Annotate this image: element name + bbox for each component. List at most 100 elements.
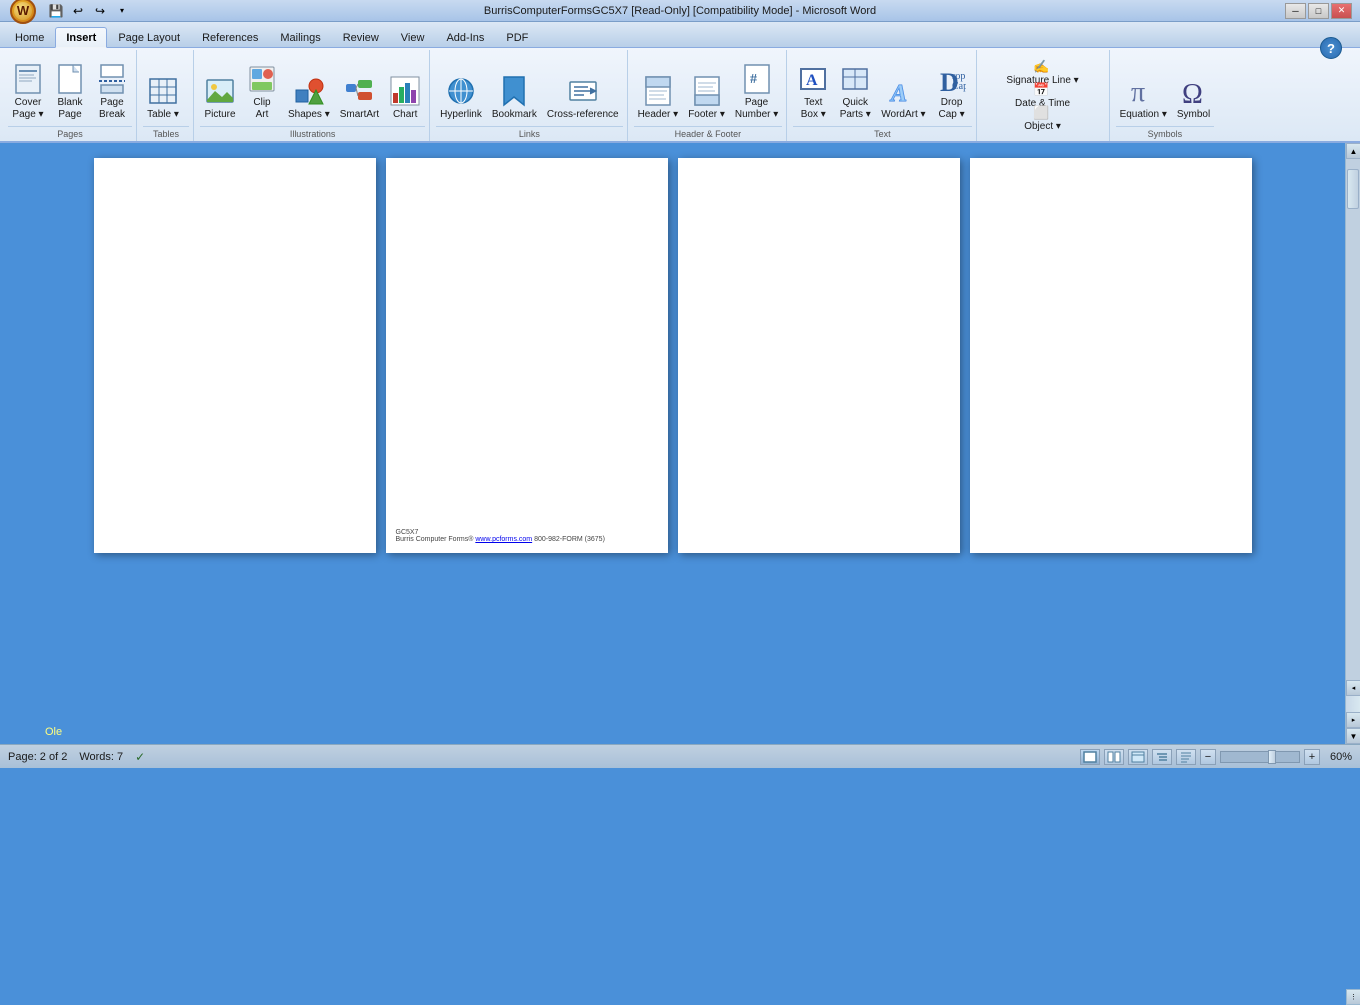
vertical-scrollbar[interactable]: ▲ ◂ ⋮ ▸ ▼ — [1345, 143, 1360, 744]
ribbon: CoverPage ▾ BlankPage PageBreak Pages — [0, 48, 1360, 143]
zoom-thumb[interactable] — [1268, 750, 1276, 764]
wordart-icon: AA — [887, 75, 919, 107]
check-icon: ✓ — [135, 750, 145, 764]
ribbon-group-header-footer: Header ▾ Footer ▾ # PageNumber ▾ Header … — [630, 50, 788, 141]
zoom-in-button[interactable]: + — [1304, 749, 1320, 765]
undo-button[interactable]: ↩ — [68, 2, 88, 20]
cross-reference-button[interactable]: Cross-reference — [543, 56, 623, 124]
qa-dropdown-button[interactable]: ▾ — [112, 2, 132, 20]
quick-parts-button[interactable]: QuickParts ▾ — [835, 56, 875, 124]
picture-button[interactable]: Picture — [200, 56, 240, 124]
tab-pagelayout[interactable]: Page Layout — [107, 27, 191, 47]
zoom-in-icon: + — [1309, 751, 1315, 763]
office-button[interactable]: W — [10, 0, 36, 24]
ribbon-group-illustrations: Picture ClipArt Shapes ▾ SmartArt — [196, 50, 430, 141]
shapes-button[interactable]: Shapes ▾ — [284, 56, 334, 124]
web-layout-button[interactable] — [1128, 749, 1148, 765]
zoom-slider[interactable] — [1220, 751, 1300, 763]
page-break-button[interactable]: PageBreak — [92, 56, 132, 124]
drop-cap-button[interactable]: DropCap DropCap ▾ — [932, 56, 972, 124]
wordart-button[interactable]: AA WordArt ▾ — [877, 56, 929, 124]
cross-reference-label: Cross-reference — [547, 109, 619, 121]
tab-insert[interactable]: Insert — [55, 27, 107, 48]
cover-page-label: CoverPage ▾ — [12, 97, 43, 121]
header-icon — [642, 75, 674, 107]
save-button[interactable]: 💾 — [46, 2, 66, 20]
ribbon-group-hf-content: Header ▾ Footer ▾ # PageNumber ▾ — [634, 52, 783, 124]
status-left: Page: 2 of 2 Words: 7 ✓ — [8, 750, 145, 764]
hyperlink-label: Hyperlink — [440, 109, 482, 121]
blank-page-label: BlankPage — [57, 97, 82, 121]
draft-button[interactable] — [1176, 749, 1196, 765]
zoom-out-button[interactable]: − — [1200, 749, 1216, 765]
quick-access-toolbar: 💾 ↩ ↪ ▾ — [42, 2, 136, 20]
chart-icon — [389, 75, 421, 107]
tab-addins[interactable]: Add-Ins — [435, 27, 495, 47]
hyperlink-button[interactable]: Hyperlink — [436, 56, 486, 124]
chart-button[interactable]: Chart — [385, 56, 425, 124]
equation-icon: π — [1127, 75, 1159, 107]
smartart-label: SmartArt — [340, 109, 379, 121]
svg-text:A: A — [806, 72, 818, 89]
minimize-button[interactable]: ─ — [1285, 3, 1306, 19]
header-label: Header ▾ — [638, 109, 679, 121]
tab-view[interactable]: View — [390, 27, 436, 47]
help-button[interactable]: ? — [1320, 37, 1342, 59]
word-count: Words: 7 — [79, 751, 123, 763]
date-time-button[interactable]: 📅 Date & Time — [983, 79, 1103, 101]
clip-art-button[interactable]: ClipArt — [242, 56, 282, 124]
window-controls: ─ □ ✕ — [1285, 3, 1352, 19]
svg-text:π: π — [1131, 77, 1145, 107]
scroll-grip[interactable]: ⋮ — [1346, 989, 1360, 1005]
footer-button[interactable]: Footer ▾ — [684, 56, 729, 124]
tab-home[interactable]: Home — [4, 27, 55, 47]
scroll-page-up-button[interactable]: ◂ — [1346, 680, 1360, 696]
scroll-down-button[interactable]: ▼ — [1346, 728, 1360, 744]
pages-group-label: Pages — [8, 126, 132, 141]
cover-page-button[interactable]: CoverPage ▾ — [8, 56, 48, 124]
office-button-inner: W — [14, 2, 32, 20]
drop-cap-icon: DropCap — [936, 63, 968, 95]
scroll-page-down-button[interactable]: ▸ — [1346, 712, 1360, 728]
page-number-button[interactable]: # PageNumber ▾ — [731, 56, 782, 124]
tab-mailings[interactable]: Mailings — [269, 27, 331, 47]
zoom-level: 60% — [1324, 751, 1352, 763]
redo-button[interactable]: ↪ — [90, 2, 110, 20]
outline-button[interactable] — [1152, 749, 1172, 765]
tables-group-label: Tables — [143, 126, 189, 141]
ribbon-group-symbols: π Equation ▾ Ω Symbol Symbols — [1112, 50, 1219, 141]
tab-references[interactable]: References — [191, 27, 269, 47]
tab-review[interactable]: Review — [332, 27, 390, 47]
chart-label: Chart — [393, 109, 417, 121]
bookmark-button[interactable]: Bookmark — [488, 56, 541, 124]
svg-text:Ω: Ω — [1182, 79, 1203, 107]
ribbon-group-text: A TextBox ▾ QuickParts ▾ AA WordArt ▾ Dr… — [789, 50, 976, 141]
shapes-label: Shapes ▾ — [288, 109, 330, 121]
page-2-footer-line2: Burris Computer Forms® www.pcforms.com B… — [396, 536, 605, 543]
object-button[interactable]: ⬜ Object ▾ — [983, 102, 1103, 124]
picture-label: Picture — [204, 109, 235, 121]
title-bar-left: W 💾 ↩ ↪ ▾ — [8, 0, 136, 26]
clip-art-label: ClipArt — [253, 97, 270, 121]
signature-line-icon: ✍ — [1033, 59, 1049, 75]
full-screen-button[interactable] — [1104, 749, 1124, 765]
print-layout-button[interactable] — [1080, 749, 1100, 765]
page-indicator: Page: 2 of 2 — [8, 751, 67, 763]
svg-text:#: # — [750, 72, 757, 87]
header-button[interactable]: Header ▾ — [634, 56, 683, 124]
scroll-thumb[interactable] — [1347, 169, 1359, 209]
table-button[interactable]: Table ▾ — [143, 56, 183, 124]
symbol-button[interactable]: Ω Symbol — [1173, 56, 1214, 124]
restore-button[interactable]: □ — [1308, 3, 1329, 19]
scroll-up-button[interactable]: ▲ — [1346, 143, 1360, 159]
equation-button[interactable]: π Equation ▾ — [1116, 56, 1171, 124]
text-box-button[interactable]: A TextBox ▾ — [793, 56, 833, 124]
signature-line-button[interactable]: ✍ Signature Line ▾ — [983, 56, 1103, 78]
tab-pdf[interactable]: PDF — [495, 27, 539, 47]
cover-page-icon — [12, 63, 44, 95]
close-button[interactable]: ✕ — [1331, 3, 1352, 19]
smartart-button[interactable]: SmartArt — [336, 56, 383, 124]
zoom-out-icon: − — [1205, 751, 1211, 763]
blank-page-button[interactable]: BlankPage — [50, 56, 90, 124]
pages-container: GC5X7 Burris Computer Forms® www.pcforms… — [89, 153, 1257, 558]
